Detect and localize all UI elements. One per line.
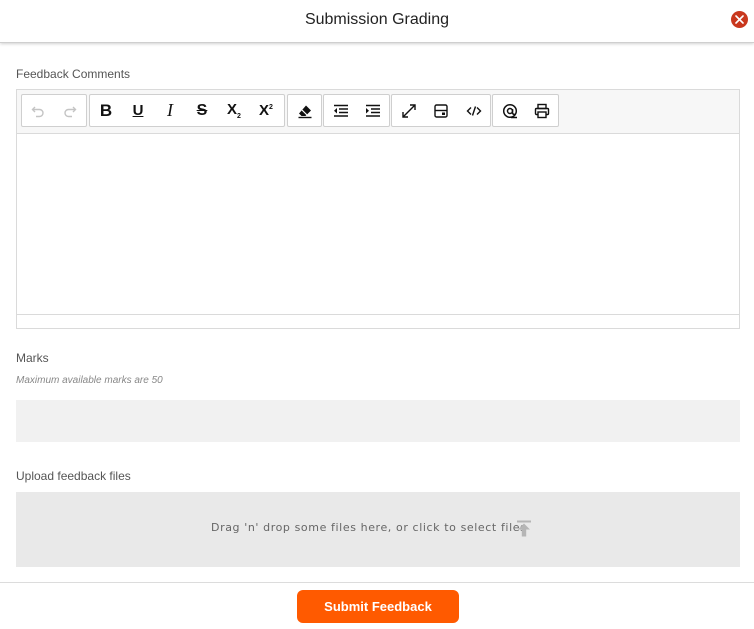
marks-label: Marks <box>16 351 49 365</box>
bold-button[interactable]: B <box>90 95 122 126</box>
bold-icon: B <box>99 100 113 120</box>
misc-group <box>492 94 559 127</box>
modal-title: Submission Grading <box>304 11 450 28</box>
subscript-letter: X <box>227 101 238 118</box>
clear-format-button[interactable] <box>289 95 321 126</box>
view-group <box>391 94 491 127</box>
fullscreen-button[interactable] <box>393 95 425 126</box>
upload-label: Upload feedback files <box>16 469 131 483</box>
history-group <box>21 94 87 127</box>
superscript-icon: X2 <box>259 102 273 119</box>
undo-button[interactable] <box>22 95 54 126</box>
mention-icon <box>502 103 518 118</box>
rich-text-editor: B U I S X2 X2 <box>16 89 740 329</box>
undo-icon <box>31 106 44 117</box>
subscript-mark: 2 <box>237 113 241 120</box>
superscript-letter: X <box>259 102 270 119</box>
redo-icon <box>64 106 77 117</box>
mention-button[interactable] <box>494 95 526 126</box>
subscript-icon: X2 <box>227 101 241 120</box>
clear-group <box>287 94 322 127</box>
code-icon <box>466 105 482 116</box>
dropzone-text: Drag 'n' drop some files here, or click … <box>211 521 527 534</box>
underline-button[interactable]: U <box>122 95 154 126</box>
outdent-button[interactable] <box>325 95 357 126</box>
editor-content-area[interactable] <box>17 134 739 314</box>
superscript-button[interactable]: X2 <box>250 95 282 126</box>
submit-feedback-button[interactable]: Submit Feedback <box>297 590 459 623</box>
underline-icon: U <box>132 102 144 119</box>
indent-button[interactable] <box>357 95 389 126</box>
modal-footer: Submit Feedback <box>0 582 754 629</box>
upload-icon <box>517 520 531 537</box>
preview-icon <box>434 103 448 118</box>
preview-button[interactable] <box>425 95 457 126</box>
modal-header: Submission Grading <box>0 0 754 43</box>
close-button[interactable] <box>731 11 748 28</box>
superscript-mark: 2 <box>269 104 273 111</box>
indent-group <box>323 94 390 127</box>
marks-input[interactable] <box>16 400 740 442</box>
italic-button[interactable]: I <box>154 95 186 126</box>
italic-icon: I <box>167 100 173 120</box>
redo-button[interactable] <box>54 95 86 126</box>
close-icon <box>735 15 744 24</box>
editor-statusbar <box>17 314 739 328</box>
eraser-icon <box>298 105 312 118</box>
feedback-label: Feedback Comments <box>16 67 131 81</box>
print-button[interactable] <box>526 95 558 126</box>
strikethrough-button[interactable]: S <box>186 95 218 126</box>
editor-toolbar: B U I S X2 X2 <box>17 90 739 134</box>
outdent-icon <box>334 104 348 117</box>
file-dropzone[interactable]: Drag 'n' drop some files here, or click … <box>16 492 740 567</box>
source-code-button[interactable] <box>458 95 490 126</box>
marks-hint: Maximum available marks are 50 <box>16 375 163 386</box>
strikethrough-icon: S <box>196 101 208 119</box>
fullscreen-icon <box>402 103 416 118</box>
print-icon <box>534 103 550 118</box>
indent-icon <box>366 104 380 117</box>
subscript-button[interactable]: X2 <box>218 95 250 126</box>
format-group: B U I S X2 X2 <box>89 94 285 127</box>
